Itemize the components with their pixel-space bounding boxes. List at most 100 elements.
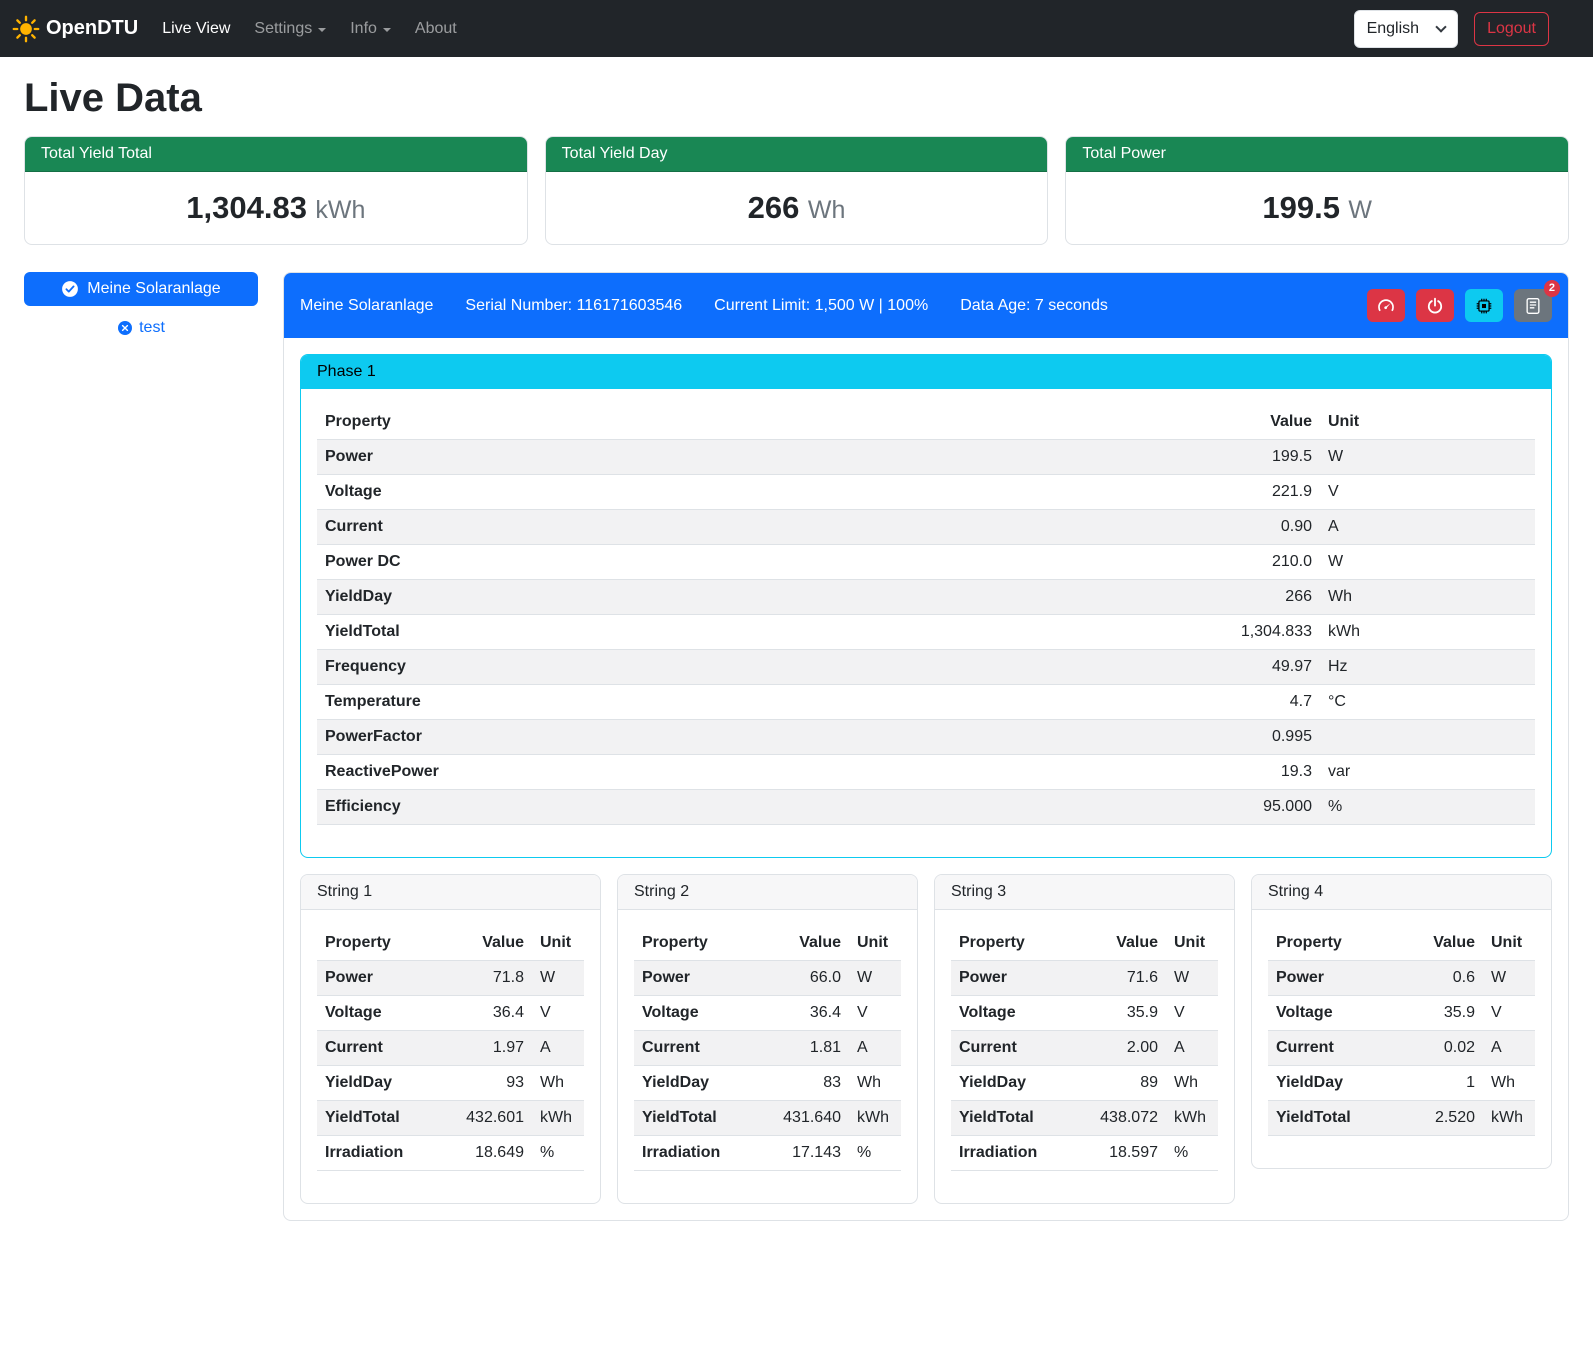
property-cell: YieldDay [634, 1066, 755, 1101]
inverter-select-button[interactable]: Meine Solaranlage [24, 272, 258, 306]
property-cell: YieldTotal [317, 1101, 438, 1136]
value-cell: 71.6 [1072, 961, 1166, 996]
unit-cell: kWh [532, 1101, 584, 1136]
logout-button[interactable]: Logout [1474, 12, 1549, 46]
unit-cell: Wh [532, 1066, 584, 1101]
property-cell: Current [317, 1031, 438, 1066]
phase-table: Property Value Unit Power199.5WVoltage22… [317, 405, 1535, 825]
unit-cell: kWh [1483, 1101, 1535, 1136]
property-cell: PowerFactor [317, 720, 917, 755]
table-row: Power199.5W [317, 440, 1535, 475]
inverter-panel: Meine Solaranlage Serial Number: 1161716… [283, 272, 1569, 1221]
table-row: Power66.0W [634, 961, 901, 996]
property-cell: Temperature [317, 685, 917, 720]
card-value-area: 1,304.83 kWh [25, 172, 527, 244]
property-cell: Current [634, 1031, 755, 1066]
total-yield-total-card: Total Yield Total 1,304.83 kWh [24, 136, 528, 245]
string-title: String 4 [1252, 875, 1551, 910]
table-row: PowerFactor0.995 [317, 720, 1535, 755]
sun-icon [12, 15, 40, 43]
property-cell: YieldDay [951, 1066, 1072, 1101]
value-cell: 71.8 [438, 961, 532, 996]
value-cell: 35.9 [1399, 996, 1483, 1031]
gauge-icon [1377, 297, 1395, 315]
property-cell: Frequency [317, 650, 917, 685]
inverter-select-label: Meine Solaranlage [87, 280, 220, 298]
table-row: Voltage35.9V [951, 996, 1218, 1031]
property-cell: Current [951, 1031, 1072, 1066]
nav-item-settings[interactable]: Settings [246, 12, 334, 46]
navbar: OpenDTU Live View Settings Info About En… [0, 0, 1593, 57]
property-cell: Voltage [634, 996, 755, 1031]
nav-item-about[interactable]: About [407, 12, 465, 46]
string-card-2: String 2 Property Value Unit [617, 874, 918, 1204]
property-cell: YieldDay [1268, 1066, 1399, 1101]
unit-header: Unit [532, 926, 584, 961]
unit-cell: A [532, 1031, 584, 1066]
property-cell: YieldDay [317, 1066, 438, 1101]
table-header-row: Property Value Unit [951, 926, 1218, 961]
language-select[interactable]: English [1354, 10, 1458, 48]
phase-card: Phase 1 Property Value Unit Power199.5WV… [300, 354, 1552, 858]
unit-cell [1320, 720, 1535, 755]
nav-item-info[interactable]: Info [342, 12, 399, 46]
chevron-down-icon [318, 28, 326, 32]
power-icon [1426, 297, 1444, 315]
unit-cell: % [1166, 1136, 1218, 1171]
nav-item-live-view[interactable]: Live View [154, 12, 238, 46]
unit-cell: V [849, 996, 901, 1031]
property-cell: Power [634, 961, 755, 996]
value-cell: 1 [1399, 1066, 1483, 1101]
unit-cell: W [1320, 545, 1535, 580]
value-cell: 0.6 [1399, 961, 1483, 996]
test-inverter-link[interactable]: test [24, 319, 258, 337]
property-cell: YieldDay [317, 580, 917, 615]
value-cell: 210.0 [917, 545, 1320, 580]
value-cell: 95.000 [917, 790, 1320, 825]
property-cell: Power [951, 961, 1072, 996]
table-row: YieldDay83Wh [634, 1066, 901, 1101]
table-row: Current0.90A [317, 510, 1535, 545]
property-cell: YieldTotal [317, 615, 917, 650]
table-row: Current1.97A [317, 1031, 584, 1066]
value-cell: 0.90 [917, 510, 1320, 545]
string-table: Property Value Unit Power71.8WVoltage36.… [317, 926, 584, 1171]
unit-cell: kWh [1166, 1101, 1218, 1136]
check-circle-icon [61, 280, 79, 298]
table-row: Power71.8W [317, 961, 584, 996]
string-table: Property Value Unit Power0.6WVoltage35.9… [1268, 926, 1535, 1136]
value-cell: 0.02 [1399, 1031, 1483, 1066]
string-card-body: Property Value Unit Power66.0WVoltage36.… [618, 910, 917, 1203]
table-row: Efficiency95.000% [317, 790, 1535, 825]
limit-settings-button[interactable] [1367, 289, 1405, 322]
phase-title: Phase 1 [301, 355, 1551, 389]
value-cell: 2.520 [1399, 1101, 1483, 1136]
value-cell: 0.995 [917, 720, 1320, 755]
unit-cell: A [1320, 510, 1535, 545]
unit-cell: V [1166, 996, 1218, 1031]
property-cell: Voltage [317, 475, 917, 510]
value-cell: 17.143 [755, 1136, 849, 1171]
property-header: Property [634, 926, 755, 961]
value-cell: 221.9 [917, 475, 1320, 510]
string-title: String 1 [301, 875, 600, 910]
unit-cell: % [1320, 790, 1535, 825]
unit-cell: Wh [1166, 1066, 1218, 1101]
unit-cell: °C [1320, 685, 1535, 720]
string-table: Property Value Unit Power71.6WVoltage35.… [951, 926, 1218, 1171]
event-log-button[interactable]: 2 [1514, 289, 1552, 322]
power-toggle-button[interactable] [1416, 289, 1454, 322]
device-info-button[interactable] [1465, 289, 1503, 322]
x-circle-icon [117, 320, 133, 336]
property-cell: Voltage [1268, 996, 1399, 1031]
serial-number: Serial Number: 116171603546 [465, 297, 682, 315]
string-card-4: String 4 Property Value Unit [1251, 874, 1552, 1169]
brand[interactable]: OpenDTU [12, 15, 138, 43]
table-header-row: Property Value Unit [1268, 926, 1535, 961]
table-row: YieldDay1Wh [1268, 1066, 1535, 1101]
value-cell: 66.0 [755, 961, 849, 996]
value-cell: 49.97 [917, 650, 1320, 685]
table-header-row: Property Value Unit [634, 926, 901, 961]
property-cell: Current [1268, 1031, 1399, 1066]
table-row: Power DC210.0W [317, 545, 1535, 580]
